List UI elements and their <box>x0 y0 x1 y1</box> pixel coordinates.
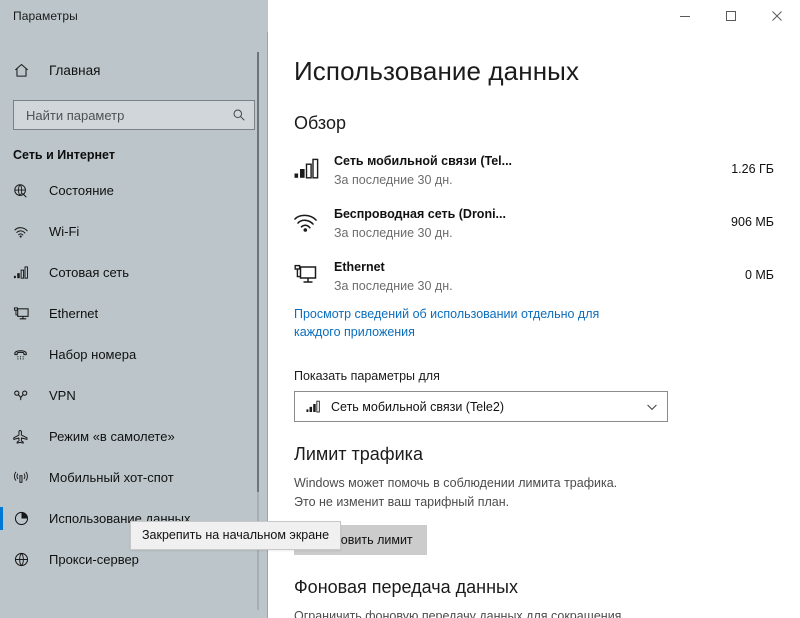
usage-value: 0 МБ <box>731 268 774 282</box>
sidebar-item-label: Ethernet <box>49 306 98 321</box>
home-icon <box>13 62 43 79</box>
sidebar-item-wifi[interactable]: Wi-Fi <box>0 211 268 252</box>
usage-value: 1.26 ГБ <box>717 162 774 176</box>
page-title: Использование данных <box>294 56 774 87</box>
usage-name: Беспроводная сеть (Droni... <box>334 207 506 221</box>
sidebar-scrollbar-thumb[interactable] <box>257 52 259 492</box>
usage-text: Ethernet За последние 30 дн. <box>334 258 731 293</box>
sidebar-item-ethernet[interactable]: Ethernet <box>0 293 268 334</box>
usage-period: За последние 30 дн. <box>334 279 731 293</box>
usage-value: 906 МБ <box>717 215 774 229</box>
search-container <box>0 90 268 130</box>
sidebar-item-label: Wi-Fi <box>49 224 79 239</box>
search-icon[interactable] <box>232 108 246 122</box>
overview-heading: Обзор <box>294 113 774 134</box>
globe-status-icon <box>13 183 43 199</box>
sidebar-item-label: Состояние <box>49 183 114 198</box>
title-bar: Параметры <box>0 0 800 32</box>
cellular-bars-icon <box>294 158 334 180</box>
maximize-icon <box>725 10 737 22</box>
usage-period: За последние 30 дн. <box>334 226 717 240</box>
search-input[interactable] <box>24 107 232 124</box>
close-button[interactable] <box>754 0 800 32</box>
sidebar-item-label: Мобильный хот-спот <box>49 470 174 485</box>
usage-name: Сеть мобильной связи (Tel... <box>334 154 512 168</box>
selection-indicator <box>0 507 3 530</box>
network-selector-dropdown[interactable]: Сеть мобильной связи (Tele2) <box>294 391 668 422</box>
usage-text: Беспроводная сеть (Droni... За последние… <box>334 205 717 240</box>
sidebar-nav: Состояние Wi-Fi <box>0 168 268 580</box>
wifi-icon <box>13 224 43 239</box>
proxy-globe-icon <box>13 551 43 568</box>
title-bar-left: Параметры <box>0 0 268 32</box>
window-controls <box>268 0 800 32</box>
cellular-bars-icon <box>13 265 43 280</box>
usage-list: Сеть мобильной связи (Tel... За последни… <box>294 146 774 298</box>
minimize-button[interactable] <box>662 0 708 32</box>
background-data-heading: Фоновая передача данных <box>294 577 774 598</box>
usage-period: За последние 30 дн. <box>334 173 717 187</box>
ethernet-icon <box>294 264 334 286</box>
data-limit-description: Windows может помочь в соблюдении лимита… <box>294 474 624 512</box>
background-data-description: Ограничить фоновую передачу данных для с… <box>294 607 624 618</box>
sidebar-item-home[interactable]: Главная <box>0 50 268 90</box>
cellular-bars-icon <box>306 400 322 413</box>
usage-row: Ethernet За последние 30 дн. 0 МБ <box>294 252 774 298</box>
wifi-icon <box>294 211 334 233</box>
sidebar-item-label: Набор номера <box>49 347 136 362</box>
sidebar-group-title: Сеть и Интернет <box>0 130 268 168</box>
hotspot-icon <box>13 470 43 485</box>
usage-row: Беспроводная сеть (Droni... За последние… <box>294 199 774 245</box>
sidebar-item-label: Прокси-сервер <box>49 552 139 567</box>
sidebar-home-label: Главная <box>49 63 100 78</box>
sidebar-item-status[interactable]: Состояние <box>0 170 268 211</box>
per-app-usage-link[interactable]: Просмотр сведений об использовании отдел… <box>294 305 634 341</box>
close-icon <box>771 10 783 22</box>
sidebar-item-mobile-hotspot[interactable]: Мобильный хот-спот <box>0 457 268 498</box>
data-limit-heading: Лимит трафика <box>294 444 774 465</box>
context-tooltip: Закрепить на начальном экране <box>130 521 341 550</box>
chevron-down-icon[interactable] <box>646 401 658 413</box>
sidebar-item-label: Сотовая сеть <box>49 265 129 280</box>
maximize-button[interactable] <box>708 0 754 32</box>
airplane-icon <box>13 429 43 445</box>
search-box[interactable] <box>13 100 255 130</box>
ethernet-icon <box>13 306 43 322</box>
usage-text: Сеть мобильной связи (Tel... За последни… <box>334 152 717 187</box>
sidebar-item-label: VPN <box>49 388 76 403</box>
network-selector-value: Сеть мобильной связи (Tele2) <box>331 400 646 414</box>
sidebar-item-airplane-mode[interactable]: Режим «в самолете» <box>0 416 268 457</box>
sidebar-item-dialup[interactable]: Набор номера <box>0 334 268 375</box>
settings-window: Параметры <box>0 0 800 618</box>
window-title: Параметры <box>13 9 78 23</box>
sidebar-item-label: Режим «в самолете» <box>49 429 175 444</box>
vpn-icon <box>13 388 43 403</box>
selector-label: Показать параметры для <box>294 369 774 383</box>
sidebar-item-vpn[interactable]: VPN <box>0 375 268 416</box>
window-body: Главная Сеть и Интернет <box>0 32 800 618</box>
minimize-icon <box>679 10 691 22</box>
main-content: Использование данных Обзор <box>268 32 800 618</box>
usage-row: Сеть мобильной связи (Tel... За последни… <box>294 146 774 192</box>
dialup-phone-icon <box>13 347 43 362</box>
main-inner: Использование данных Обзор <box>268 32 800 618</box>
usage-name: Ethernet <box>334 260 385 274</box>
pie-chart-icon <box>13 510 43 527</box>
sidebar-item-cellular[interactable]: Сотовая сеть <box>0 252 268 293</box>
